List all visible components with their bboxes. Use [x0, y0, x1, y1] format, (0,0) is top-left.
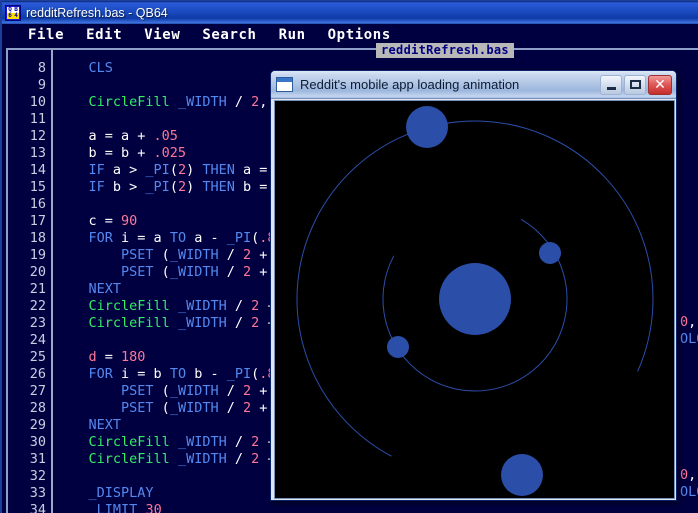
line-number: 21	[29, 281, 46, 297]
output-window-title: Reddit's mobile app loading animation	[300, 77, 520, 92]
line-code: a = a + .05	[56, 128, 178, 144]
line-code: NEXT	[88, 281, 122, 297]
menu-options[interactable]: Options	[328, 27, 391, 43]
qb64-menubar: File Edit View Search Run Options	[2, 24, 698, 46]
line-number: 32	[29, 468, 46, 484]
close-icon: ✕	[654, 76, 666, 93]
line-number: 24	[29, 332, 46, 348]
menu-file[interactable]: File	[28, 27, 64, 43]
line-number: 13	[29, 145, 46, 161]
line-number: 17	[29, 213, 46, 229]
line-code: b = b + .025	[56, 145, 187, 161]
line-number: 28	[29, 400, 46, 416]
line-number: 15	[29, 179, 46, 195]
line-number: 29	[29, 417, 46, 433]
line-code: d = 180	[88, 349, 146, 365]
qb64-icon: Q B 6 4	[5, 4, 21, 21]
loading-animation-canvas	[275, 101, 674, 498]
menu-run[interactable]: Run	[279, 27, 306, 43]
line-code: IF a > _PI(2) THEN a = _	[88, 162, 284, 178]
line-number: 20	[29, 264, 46, 280]
line-number: 33	[29, 485, 46, 501]
line-number: 16	[29, 196, 46, 212]
line-code: c = 90	[56, 213, 138, 229]
minimize-icon	[607, 86, 616, 90]
gutter-divider	[51, 50, 53, 513]
line-number: 27	[29, 383, 46, 399]
output-canvas-area	[274, 100, 675, 499]
outer-dot-large-top	[406, 106, 448, 148]
line-code: _DISPLAY	[88, 485, 154, 501]
menu-search[interactable]: Search	[202, 27, 256, 43]
line-number: 11	[29, 111, 46, 127]
line-code: PSET (_WIDTH / 2 + C	[121, 383, 284, 399]
line-code: CircleFill _WIDTH / 2 + _	[88, 434, 292, 450]
line-code: CircleFill _WIDTH / 2 + _	[88, 315, 292, 331]
line-code: CLS	[88, 60, 113, 76]
minimize-button[interactable]	[600, 74, 622, 95]
close-button[interactable]: ✕	[648, 74, 672, 95]
line-number: 19	[29, 247, 46, 263]
inner-dot-left	[387, 336, 409, 358]
center-hub-circle	[439, 263, 511, 335]
screen: Q B 6 4 redditRefresh.bas - QB64 File Edi…	[0, 0, 698, 513]
line-code: NEXT	[88, 417, 122, 433]
line-number: 10	[29, 94, 46, 110]
qb64-titlebar[interactable]: Q B 6 4 redditRefresh.bas - QB64	[2, 1, 698, 24]
menu-view[interactable]: View	[144, 27, 180, 43]
line-number: 34	[29, 502, 46, 513]
line-number: 14	[29, 162, 46, 178]
menu-edit[interactable]: Edit	[86, 27, 122, 43]
output-window[interactable]: Reddit's mobile app loading animation ✕	[270, 70, 677, 501]
line-code: IF b > _PI(2) THEN b = _	[88, 179, 284, 195]
line-number: 23	[29, 315, 46, 331]
line-number: 31	[29, 451, 46, 467]
qb64-title-text: redditRefresh.bas - QB64	[26, 5, 168, 20]
line-number: 18	[29, 230, 46, 246]
window-document-icon	[276, 77, 293, 92]
line-code: PSET (_WIDTH / 2 + C	[121, 400, 284, 416]
line-number: 30	[29, 434, 46, 450]
inner-dot-right	[539, 242, 561, 264]
editor-file-tab[interactable]: redditRefresh.bas	[376, 43, 514, 58]
output-window-titlebar[interactable]: Reddit's mobile app loading animation ✕	[271, 71, 676, 99]
window-controls: ✕	[598, 74, 672, 95]
line-code: CircleFill _WIDTH / 2, _	[88, 94, 284, 110]
maximize-icon	[630, 79, 641, 89]
qb64-icon-glyph-4: 4	[13, 11, 19, 19]
line-code: PSET (_WIDTH / 2 + C	[121, 247, 284, 263]
line-number: 26	[29, 366, 46, 382]
line-code: FOR i = a TO a - _PI(.85	[88, 230, 284, 246]
line-number: 25	[29, 349, 46, 365]
line-number: 12	[29, 128, 46, 144]
line-code: CircleFill _WIDTH / 2 + _	[88, 298, 292, 314]
line-number: 22	[29, 298, 46, 314]
line-code: FOR i = b TO b - _PI(.85	[88, 366, 284, 382]
line-number: 8	[37, 60, 46, 76]
line-code: _LIMIT 30	[88, 502, 162, 513]
maximize-button[interactable]	[624, 74, 646, 95]
line-code: PSET (_WIDTH / 2 + C	[121, 264, 284, 280]
outer-dot-large-bottom	[501, 454, 543, 496]
line-number: 9	[37, 77, 46, 93]
line-code: CircleFill _WIDTH / 2 + _	[88, 451, 292, 467]
